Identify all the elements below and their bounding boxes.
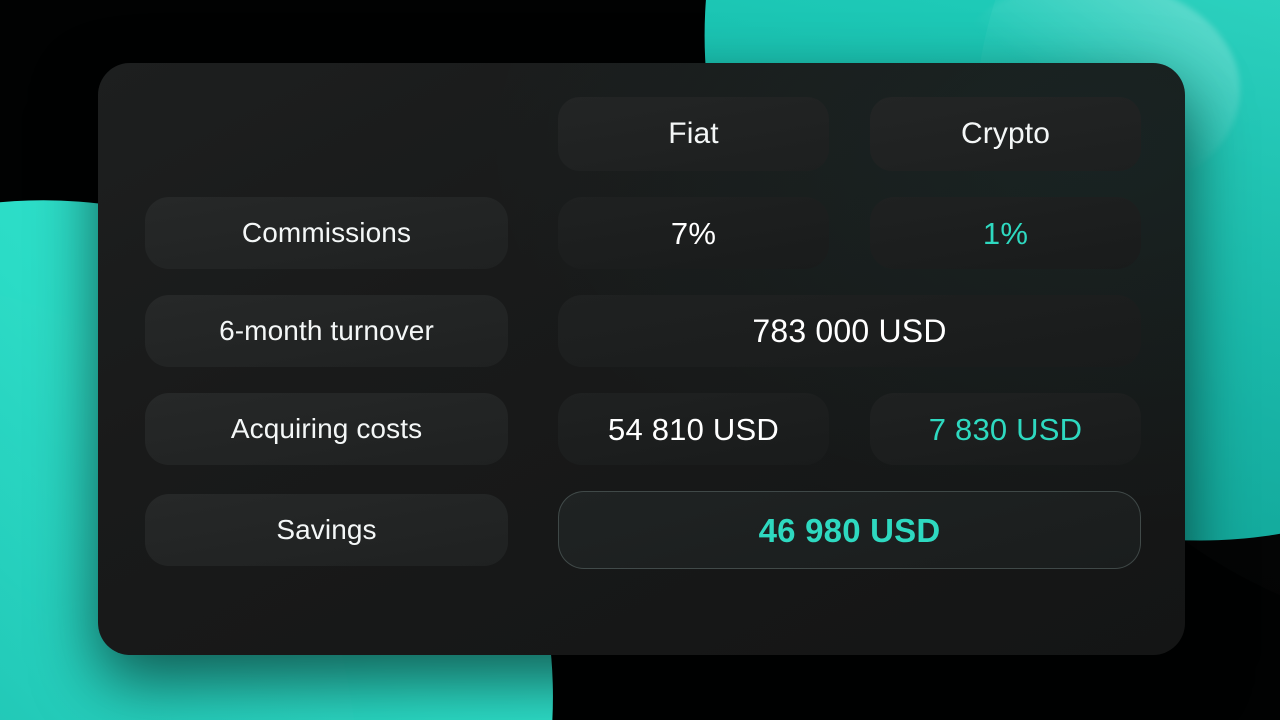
comparison-table: Fiat Crypto Commissions 7% 1% 6-month tu… <box>145 97 1145 569</box>
comparison-card: Fiat Crypto Commissions 7% 1% 6-month tu… <box>98 63 1185 655</box>
table-row: 6-month turnover 783 000 USD <box>145 295 1145 367</box>
cell-commissions-crypto: 1% <box>870 197 1141 269</box>
table-row: Savings 46 980 USD <box>145 491 1145 569</box>
row-label-acquiring-costs: Acquiring costs <box>145 393 508 465</box>
cell-turnover-combined: 783 000 USD <box>558 295 1141 367</box>
cell-acquiring-costs-crypto: 7 830 USD <box>870 393 1141 465</box>
table-header-row: Fiat Crypto <box>145 97 1145 171</box>
cell-savings-combined: 46 980 USD <box>558 491 1141 569</box>
screenshot-root: Fiat Crypto Commissions 7% 1% 6-month tu… <box>0 0 1280 720</box>
table-row: Acquiring costs 54 810 USD 7 830 USD <box>145 393 1145 465</box>
row-label-commissions: Commissions <box>145 197 508 269</box>
cell-acquiring-costs-fiat: 54 810 USD <box>558 393 829 465</box>
column-header-crypto[interactable]: Crypto <box>870 97 1141 171</box>
cell-commissions-fiat: 7% <box>558 197 829 269</box>
column-header-fiat[interactable]: Fiat <box>558 97 829 171</box>
table-row: Commissions 7% 1% <box>145 197 1145 269</box>
row-label-turnover: 6-month turnover <box>145 295 508 367</box>
row-label-savings: Savings <box>145 494 508 566</box>
